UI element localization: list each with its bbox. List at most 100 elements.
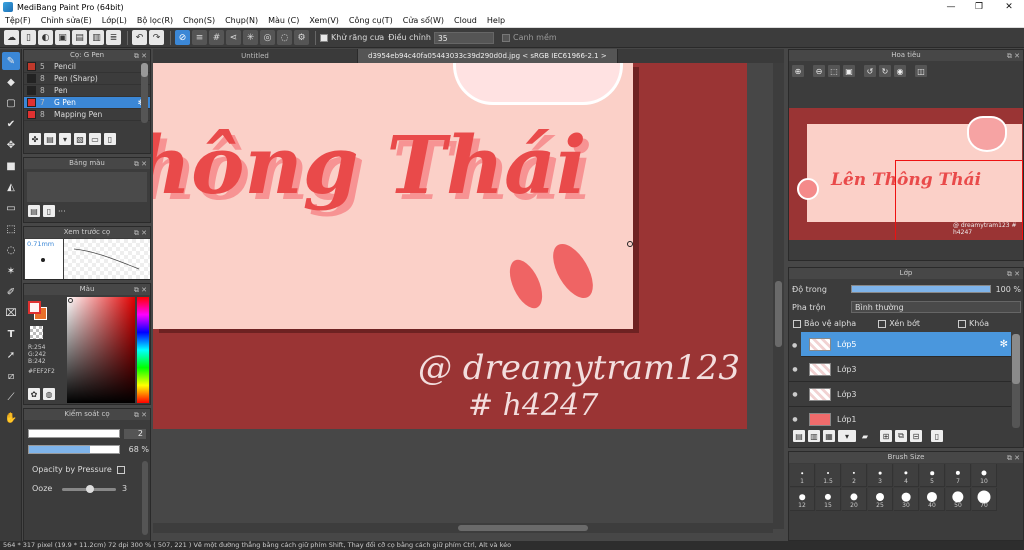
check-tool-icon[interactable]: ✔ [2, 115, 20, 133]
layer-opacity-slider[interactable] [851, 285, 991, 293]
chat-icon[interactable]: ◐ [38, 30, 53, 45]
merge-down-icon[interactable]: ⊞ [880, 430, 892, 442]
visibility-icon[interactable]: ● [789, 391, 801, 398]
curve-snap-icon[interactable]: ◌ [277, 30, 292, 45]
brush-delete-icon[interactable]: ▯ [104, 133, 116, 145]
color-wheel-icon[interactable]: ✿ [28, 388, 40, 400]
brush-size-option-50[interactable]: 50 [946, 488, 971, 511]
menu-cloud[interactable]: Cloud [449, 16, 482, 25]
select-eraser-tool-icon[interactable]: ⌧ [2, 304, 20, 322]
gradient-tool-icon[interactable]: ▭ [2, 199, 20, 217]
menu-snap[interactable]: Chụp(N) [220, 16, 263, 25]
saturation-value-picker[interactable] [67, 297, 135, 403]
snap-off-icon[interactable]: ⊘ [175, 30, 190, 45]
layer-row-lop1[interactable]: ● Lớp1 [789, 407, 1011, 428]
perspective-snap-icon[interactable]: ⋖ [226, 30, 241, 45]
brush-size-option-15[interactable]: 15 [816, 488, 841, 511]
layer-gear-icon[interactable]: ✻ [1000, 339, 1008, 350]
brush-item-pen-sharp[interactable]: 8 Pen (Sharp) [24, 73, 150, 85]
panel-expand-icon[interactable]: ⧉ ✕ [1007, 453, 1020, 464]
eyedropper-tool-icon[interactable]: ⟋ [2, 388, 20, 406]
bucket-tool-icon[interactable]: ◭ [2, 178, 20, 196]
brush-item-pencil[interactable]: 5 Pencil [24, 61, 150, 73]
brush-copy-icon[interactable]: ▭ [89, 133, 101, 145]
brush-item-mapping-pen[interactable]: 8 Mapping Pen [24, 109, 150, 121]
new-layer-icon[interactable]: ▤ [793, 430, 805, 442]
layer-settings-icon[interactable]: ⊟ [910, 430, 922, 442]
menu-edit[interactable]: Chỉnh sửa(E) [36, 16, 97, 25]
brush-size-option-2[interactable]: 2 [842, 464, 867, 487]
radial-snap-icon[interactable]: ✳ [243, 30, 258, 45]
divide-tool-icon[interactable]: ⧄ [2, 367, 20, 385]
operation-tool-icon[interactable]: ➚ [2, 346, 20, 364]
palette-add-icon[interactable]: ▤ [28, 205, 40, 217]
actual-size-icon[interactable]: ▣ [843, 65, 855, 77]
menu-view[interactable]: Xem(V) [304, 16, 344, 25]
rotate-right-icon[interactable]: ↻ [879, 65, 891, 77]
canvas-vertical-scrollbar[interactable] [773, 63, 784, 529]
brush-cloud-icon[interactable]: ✤ [29, 133, 41, 145]
move-tool-icon[interactable]: ✥ [2, 136, 20, 154]
brush-size-value[interactable]: 2 [124, 429, 146, 439]
save-icon[interactable]: ▣ [55, 30, 70, 45]
hue-slider[interactable] [137, 297, 149, 403]
panel-expand-icon[interactable]: ⧉ ✕ [1007, 269, 1020, 280]
snap-settings-icon[interactable]: ⚙ [294, 30, 309, 45]
brush-opacity-slider[interactable] [28, 445, 120, 454]
new-file-icon[interactable]: ▯ [21, 30, 36, 45]
flip-icon[interactable]: ◫ [915, 65, 927, 77]
menu-layer[interactable]: Lớp(L) [97, 16, 132, 25]
brush-size-option-70[interactable]: 70 [972, 488, 997, 511]
parallel-snap-icon[interactable]: ≡ [192, 30, 207, 45]
new-halftone-layer-icon[interactable]: ▥ [808, 430, 820, 442]
menu-tools[interactable]: Công cụ(T) [344, 16, 398, 25]
brush-size-option-1.5[interactable]: 1.5 [816, 464, 841, 487]
cloud-icon[interactable]: ☁ [4, 30, 19, 45]
palette-area[interactable] [27, 172, 147, 202]
close-button[interactable]: ✕ [994, 0, 1024, 14]
document-tab-image[interactable]: d3954eb94c40fa05443033c39d290d0d.jpg < s… [358, 49, 618, 63]
menu-filter[interactable]: Bộ lọc(R) [132, 16, 178, 25]
clipping-checkbox[interactable] [878, 319, 887, 328]
color-history-icon[interactable]: ◍ [43, 388, 55, 400]
brush-add-menu-icon[interactable]: ▾ [59, 133, 71, 145]
palette-delete-icon[interactable]: ▯ [43, 205, 55, 217]
dot-tool-icon[interactable]: ▢ [2, 94, 20, 112]
layer-row-lop3[interactable]: ● Lớp3 [789, 357, 1011, 382]
brush-size-option-4[interactable]: 4 [894, 464, 919, 487]
brush-size-option-5[interactable]: 5 [920, 464, 945, 487]
navigator-viewport-rect[interactable] [895, 160, 1023, 240]
brush-tool-icon[interactable]: ✎ [2, 52, 20, 70]
brush-size-option-3[interactable]: 3 [868, 464, 893, 487]
select-pen-tool-icon[interactable]: ✐ [2, 283, 20, 301]
brush-size-option-12[interactable]: 12 [790, 488, 815, 511]
protect-alpha-checkbox[interactable] [793, 319, 801, 328]
panel-expand-icon[interactable]: ⧉ ✕ [134, 159, 147, 170]
brush-size-option-30[interactable]: 30 [894, 488, 919, 511]
visibility-icon[interactable]: ● [789, 416, 801, 423]
text-tool-icon[interactable]: T [2, 325, 20, 343]
panel-expand-icon[interactable]: ⧉ ✕ [134, 410, 147, 421]
visibility-icon[interactable]: ● [792, 342, 797, 349]
menu-window[interactable]: Cửa sổ(W) [398, 16, 449, 25]
new-8bit-layer-icon[interactable]: ▦ [823, 430, 835, 442]
eraser-tool-icon[interactable]: ◆ [2, 73, 20, 91]
circle-snap-icon[interactable]: ◎ [260, 30, 275, 45]
brush-size-option-20[interactable]: 20 [842, 488, 867, 511]
minimize-button[interactable]: — [936, 0, 966, 14]
duplicate-layer-icon[interactable]: ⧉ [895, 430, 907, 442]
fill-rect-tool-icon[interactable]: ■ [2, 157, 20, 175]
canvas-horizontal-scrollbar[interactable] [153, 523, 773, 533]
brush-add-icon[interactable]: ▤ [44, 133, 56, 145]
brush-size-option-25[interactable]: 25 [868, 488, 893, 511]
transparent-color-swatch[interactable] [30, 326, 43, 339]
ooze-slider[interactable] [62, 485, 116, 493]
layer-folder-icon[interactable]: ▰ [859, 430, 871, 442]
brush-settings-icon[interactable]: ▧ [74, 133, 86, 145]
blend-mode-select[interactable]: Bình thường [851, 301, 1021, 313]
layer-row-lop5[interactable]: Lớp5 ✻ [801, 332, 1011, 357]
delete-layer-icon[interactable]: ▯ [931, 430, 943, 442]
adjust-value-field[interactable]: 35 [433, 31, 494, 44]
visibility-icon[interactable]: ● [789, 366, 801, 373]
document-tab-untitled[interactable]: Untitled [153, 49, 358, 63]
